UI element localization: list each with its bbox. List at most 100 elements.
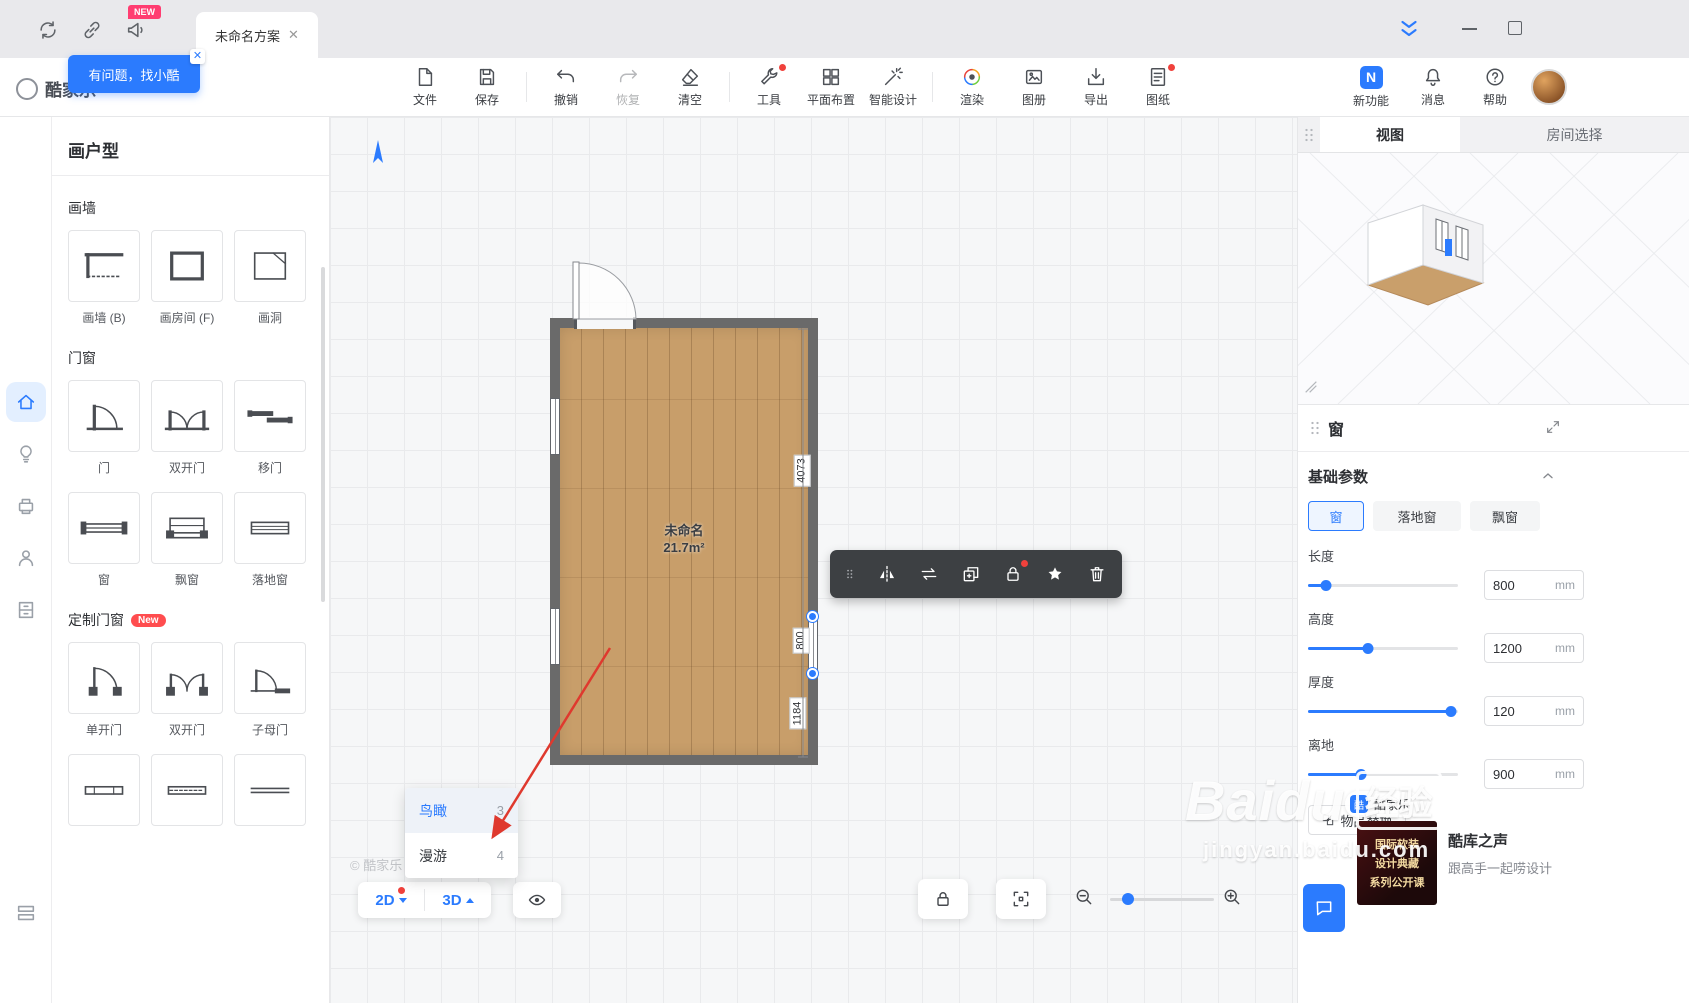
menu-item-birdview[interactable]: 鸟瞰 3 [405,788,518,833]
delete-button[interactable] [1086,562,1109,586]
chevron-up-icon[interactable] [1540,468,1556,488]
resize-handle-icon[interactable] [1303,379,1319,400]
tool-card-floor-window[interactable]: 落地窗 [234,492,306,588]
tool-card-draw-wall[interactable]: 画墙 (B) [68,230,140,326]
elevation-input[interactable]: 900 mm [1484,759,1584,789]
type-floor-window-button[interactable]: 落地窗 [1373,501,1461,531]
render-button[interactable]: 渲染 [943,61,1001,113]
sidebar-item-materials[interactable] [6,486,46,526]
window-handle-bottom[interactable] [807,668,818,679]
tool-card-custom-single-door[interactable]: 单开门 [68,642,140,738]
drawings-button[interactable]: 图纸 [1129,61,1187,113]
zoom-slider-handle[interactable] [1122,893,1134,905]
sync-icon[interactable] [36,18,60,42]
preview-3d-viewport[interactable] [1298,153,1689,404]
collapse-toolbar-icon[interactable] [1396,16,1422,42]
tools-button[interactable]: 工具 [740,61,798,113]
expand-panel-icon[interactable] [1545,419,1561,440]
panel-scrollbar[interactable] [321,267,325,602]
clear-button[interactable]: 清空 [661,61,719,113]
slider-handle[interactable] [1355,768,1366,780]
tool-card-door[interactable]: 门 [68,380,140,476]
mode-2d-button[interactable]: 2D [358,882,424,918]
dimension-offset[interactable]: 1184 [789,697,807,730]
zoom-in-button[interactable] [1222,887,1242,912]
menu-item-walkthrough[interactable]: 漫游 4 [405,833,518,878]
album-button[interactable]: 图册 [1005,61,1063,113]
minimize-button[interactable] [1462,28,1477,30]
tool-card-window[interactable]: 窗 [68,492,140,588]
height-slider[interactable] [1308,641,1458,655]
type-window-button[interactable]: 窗 [1308,501,1364,531]
save-button[interactable]: 保存 [458,61,516,113]
slider-handle[interactable] [1362,642,1374,654]
thickness-input[interactable]: 120 mm [1484,696,1584,726]
tool-card-window-variant-2[interactable] [151,754,223,826]
redo-button[interactable]: 恢复 [599,61,657,113]
sidebar-item-floorplan[interactable] [6,382,46,422]
elevation-slider[interactable] [1308,767,1458,781]
tab-view[interactable]: 视图 [1320,117,1460,152]
drag-handle-icon[interactable] [1310,419,1320,437]
zoom-out-button[interactable] [1074,887,1094,912]
tool-card-draw-hole[interactable]: 画洞 [234,230,306,326]
tab-close-icon[interactable]: ✕ [288,27,299,43]
file-button[interactable]: 文件 [396,61,454,113]
tool-card-custom-double-door[interactable]: 双开门 [151,642,223,738]
basic-params-section[interactable]: 基础参数 [1298,452,1689,487]
new-features-button[interactable]: N 新功能 [1345,61,1397,113]
link-icon[interactable] [80,18,104,42]
mirror-button[interactable] [875,562,898,586]
visibility-button[interactable] [513,882,561,918]
tool-card-window-variant-1[interactable] [68,754,140,826]
length-input[interactable]: 800 mm [1484,570,1584,600]
window-handle-top[interactable] [807,611,818,622]
announcement-icon[interactable] [124,18,148,42]
maximize-button[interactable] [1508,21,1522,35]
sidebar-item-lighting[interactable] [6,434,46,474]
thickness-slider[interactable] [1308,704,1458,718]
window-left-lower[interactable] [550,608,560,665]
slider-handle[interactable] [1445,705,1456,717]
drag-handle-icon[interactable] [1298,117,1320,152]
tool-card-draw-room[interactable]: 画房间 (F) [151,230,223,326]
smart-design-button[interactable]: 智能设计 [864,61,922,113]
dimension-window-width[interactable]: 800 [792,627,810,654]
document-tab[interactable]: 未命名方案 ✕ [196,12,318,58]
floor-layout-button[interactable]: 平面布置 [802,61,860,113]
sidebar-item-flooring[interactable] [6,893,46,933]
export-button[interactable]: 导出 [1067,61,1125,113]
tab-room-select[interactable]: 房间选择 [1460,117,1689,152]
tool-card-double-door[interactable]: 双开门 [151,380,223,476]
slider-handle[interactable] [1320,579,1332,591]
tool-card-mother-child-door[interactable]: 子母门 [234,642,306,738]
tool-card-window-variant-3[interactable] [234,754,306,826]
height-input[interactable]: 1200 mm [1484,633,1584,663]
tool-card-bay-window[interactable]: 飘窗 [151,492,223,588]
duplicate-button[interactable] [960,562,983,586]
lock-button[interactable] [1002,560,1028,586]
user-avatar[interactable] [1531,69,1567,105]
sidebar-item-account[interactable] [6,538,46,578]
type-bay-window-button[interactable]: 飘窗 [1470,501,1540,531]
length-slider[interactable] [1308,578,1458,592]
floorplan-canvas[interactable]: 4073 800 1184 未命名 21.7m² 鸟瞰 3 漫游 4 2D 3D… [330,117,1297,1003]
mode-3d-button[interactable]: 3D [425,882,491,918]
support-chat-button[interactable] [1303,884,1345,932]
swap-button[interactable] [918,562,941,586]
window-left-upper[interactable] [550,398,560,455]
canvas-lock-button[interactable] [918,879,968,919]
tooltip-close-icon[interactable]: ✕ [190,49,205,64]
sidebar-item-cabinet[interactable] [6,590,46,630]
help-button[interactable]: 帮助 [1469,61,1521,113]
fit-view-button[interactable] [996,879,1046,919]
favorite-button[interactable] [1044,562,1067,586]
object-toolbar[interactable] [830,550,1122,598]
dimension-wall-length[interactable]: 4073 [793,454,811,487]
undo-button[interactable]: 撤销 [537,61,595,113]
promo-brand-pill[interactable]: 酷 酷家乐 [1345,791,1421,817]
messages-button[interactable]: 消息 [1407,61,1459,113]
assistant-tooltip[interactable]: 有问题，找小酷 ✕ [68,49,205,93]
tool-card-sliding-door[interactable]: 移门 [234,380,306,476]
drag-handle-icon[interactable] [843,564,856,584]
